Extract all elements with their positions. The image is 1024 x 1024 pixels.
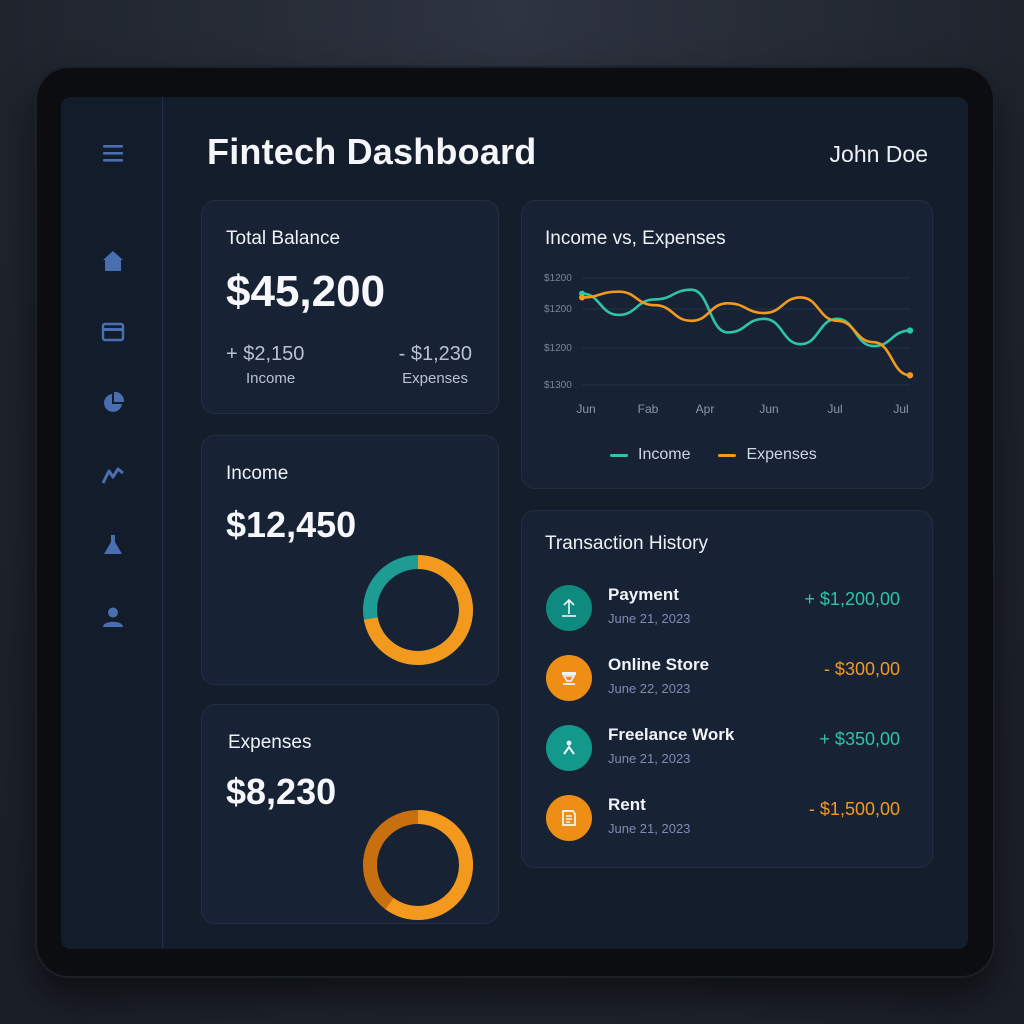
y-tick-label: $1300 xyxy=(544,380,572,391)
income-card: Income $12,450 xyxy=(201,435,499,685)
legend-expenses[interactable]: Expenses xyxy=(718,446,817,464)
transaction-date: June 21, 2023 xyxy=(608,611,691,626)
user-icon[interactable] xyxy=(99,603,127,631)
transaction-row[interactable]: Rent June 21, 2023 - $1,500,00 xyxy=(546,795,900,847)
transaction-amount: - $1,500,00 xyxy=(808,799,900,819)
trend-icon[interactable] xyxy=(99,460,127,488)
chart-legend: Income Expenses xyxy=(610,446,817,464)
transaction-amount: - $300,00 xyxy=(823,659,900,679)
menu-icon[interactable] xyxy=(99,139,127,167)
x-tick-label: Fab xyxy=(638,402,659,416)
dashboard-screen: Fintech Dashboard John Doe Total Balance… xyxy=(61,97,968,949)
card-title: Total Balance xyxy=(226,228,341,249)
transaction-row[interactable]: Payment June 21, 2023 + $1,200,00 xyxy=(546,585,900,637)
x-tick-label: Jun xyxy=(576,402,595,416)
card-title: Expenses xyxy=(228,732,312,753)
series-end-point xyxy=(906,372,914,379)
transaction-row[interactable]: Online Store June 22, 2023 - $300,00 xyxy=(546,655,900,707)
transaction-amount: + $350,00 xyxy=(819,729,900,749)
user-name[interactable]: John Doe xyxy=(830,141,928,168)
expenses-card: Expenses $8,230 xyxy=(201,704,499,924)
series-end-point xyxy=(906,327,914,334)
tablet-frame: Fintech Dashboard John Doe Total Balance… xyxy=(35,66,995,978)
legend-label: Expenses xyxy=(746,446,817,463)
card-title: Income xyxy=(226,463,289,484)
transaction-amount: + $1,200,00 xyxy=(804,589,900,609)
total-balance-card: Total Balance $45,200 + $2,150 Income - … xyxy=(201,200,499,414)
x-tick-label: Jul xyxy=(893,402,908,416)
income-expenses-chart-card: Income vs, Expenses $1200 $1200 $1200 $1300… xyxy=(521,200,933,489)
person-icon xyxy=(546,725,592,771)
transaction-name: Online Store xyxy=(608,655,710,674)
balance-value: $45,200 xyxy=(226,267,386,316)
x-tick-label: Jul xyxy=(827,402,842,416)
transaction-date: June 21, 2023 xyxy=(608,751,691,766)
y-tick-label: $1200 xyxy=(544,343,572,354)
legend-swatch-income xyxy=(610,453,628,457)
flask-icon[interactable] xyxy=(99,531,127,559)
transaction-row[interactable]: Freelance Work June 21, 2023 + $350,00 xyxy=(546,725,900,777)
home-icon[interactable] xyxy=(99,247,127,275)
income-label: Income xyxy=(246,370,296,387)
expense-label: Expenses xyxy=(402,370,468,387)
sidebar xyxy=(61,97,163,949)
x-tick-label: Apr xyxy=(696,402,715,416)
store-icon xyxy=(546,655,592,701)
y-tick-label: $1200 xyxy=(544,304,572,315)
card-icon[interactable] xyxy=(99,318,127,346)
transaction-date: June 22, 2023 xyxy=(608,681,691,696)
y-tick-label: $1200 xyxy=(544,273,572,284)
income-delta: + $2,150 xyxy=(226,343,305,365)
legend-swatch-expenses xyxy=(718,453,737,457)
income-value: $12,450 xyxy=(226,504,357,545)
expenses-donut xyxy=(363,810,473,920)
pie-chart-icon[interactable] xyxy=(99,389,127,417)
legend-label: Income xyxy=(638,446,691,463)
transactions-title: Transaction History xyxy=(545,533,708,554)
series-start-point xyxy=(579,294,585,301)
expense-delta: - $1,230 xyxy=(398,343,472,365)
income-donut xyxy=(363,555,473,665)
expenses-value: $8,230 xyxy=(226,771,337,812)
upload-icon xyxy=(546,585,592,631)
legend-income[interactable]: Income xyxy=(610,446,690,464)
series-line-expenses xyxy=(580,290,912,377)
transaction-date: June 21, 2023 xyxy=(608,821,691,836)
x-tick-label: Jun xyxy=(759,402,778,416)
page-title: Fintech Dashboard xyxy=(207,131,537,172)
receipt-icon xyxy=(546,795,592,841)
transaction-name: Freelance Work xyxy=(608,725,735,744)
transaction-history-card: Transaction History Payment June 21, 202… xyxy=(521,510,933,868)
transaction-name: Payment xyxy=(608,585,679,604)
transaction-name: Rent xyxy=(608,795,646,814)
